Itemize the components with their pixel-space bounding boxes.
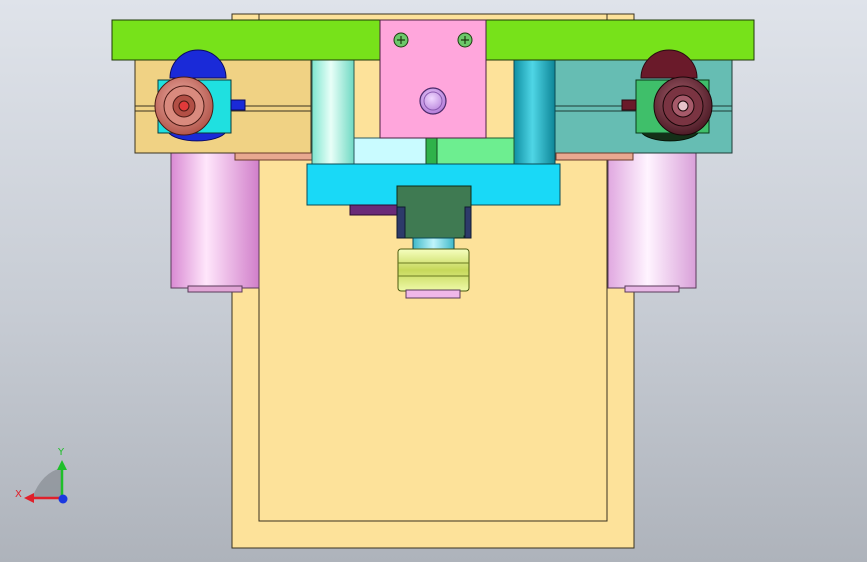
cad-viewport[interactable]: X Y: [0, 0, 867, 562]
axis-triad: X Y: [15, 447, 68, 504]
light-cyan-block[interactable]: [353, 137, 435, 165]
left-washer[interactable]: [234, 152, 313, 161]
shaft[interactable]: [412, 237, 455, 251]
z-axis-icon: [58, 494, 68, 504]
model-view[interactable]: X Y: [0, 0, 867, 562]
center-rod[interactable]: [425, 137, 438, 165]
light-green-block[interactable]: [436, 137, 515, 165]
x-axis-label: X: [15, 489, 22, 500]
right-washer[interactable]: [555, 152, 634, 161]
triad-plane-icon: [32, 468, 62, 498]
coupling[interactable]: [397, 248, 470, 299]
left-support-cylinder[interactable]: [170, 149, 260, 293]
green-actuator-block[interactable]: [396, 185, 472, 239]
y-axis-label: Y: [57, 447, 65, 458]
right-support-cylinder[interactable]: [607, 149, 697, 293]
pink-center-block[interactable]: [379, 19, 487, 139]
left-guide-column[interactable]: [311, 59, 355, 165]
right-guide-column[interactable]: [513, 59, 556, 165]
